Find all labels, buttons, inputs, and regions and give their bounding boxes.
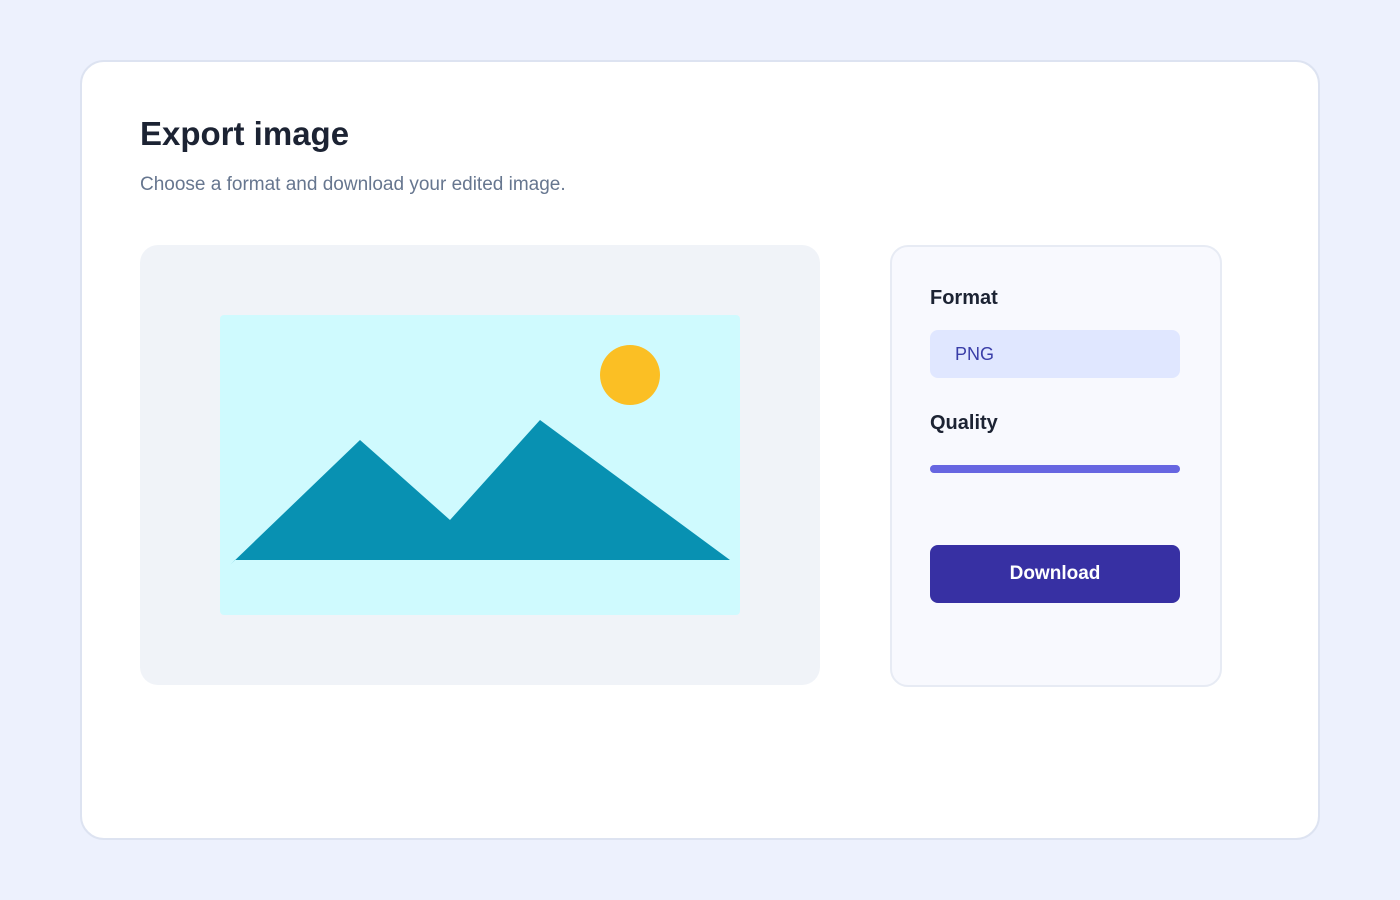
format-label: Format bbox=[930, 287, 998, 309]
page-subtitle: Choose a format and download your edited… bbox=[140, 174, 566, 195]
landscape-image-icon bbox=[220, 315, 740, 615]
export-settings-panel: Format PNG Quality Download bbox=[890, 245, 1222, 687]
download-button[interactable]: Download bbox=[930, 545, 1180, 603]
export-dialog: Export image Choose a format and downloa… bbox=[80, 60, 1320, 840]
page-title: Export image bbox=[140, 115, 350, 152]
preview-sky bbox=[220, 315, 740, 615]
preview-sun bbox=[600, 345, 660, 405]
quality-label: Quality bbox=[930, 412, 998, 434]
image-preview-panel bbox=[140, 245, 820, 685]
format-select[interactable]: PNG bbox=[930, 330, 1180, 378]
quality-slider[interactable] bbox=[930, 465, 1180, 473]
quality-slider-fill bbox=[930, 465, 1180, 473]
